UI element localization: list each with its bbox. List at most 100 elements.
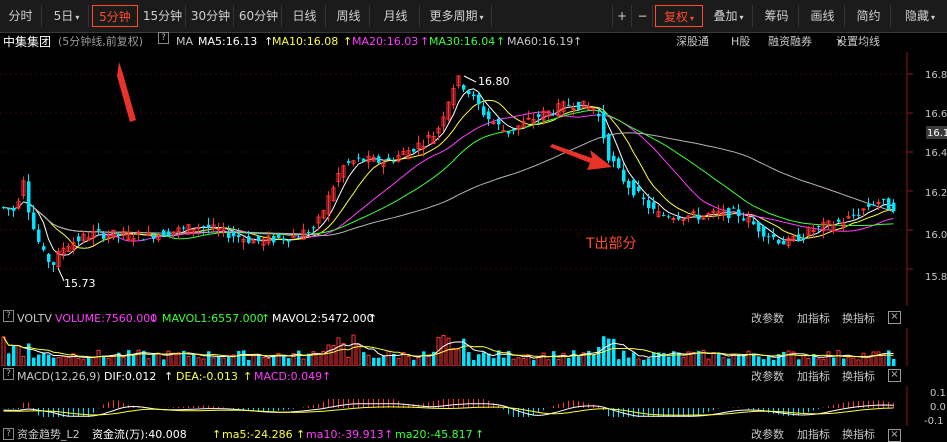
volume-bar-down [727,358,731,366]
volume-bar-up [81,359,86,366]
zoom-out-button[interactable]: − [633,5,653,27]
price-grid [0,73,913,270]
hide-dropdown[interactable]: 隐藏 ▾ [893,5,947,27]
ma60-arrow-icon: ↑ [573,35,583,48]
volume-bar-up [746,350,751,366]
candle-down [697,214,701,220]
volume-bar-down [377,357,381,366]
candle-down [857,214,861,216]
volume-bar-up [336,337,341,366]
candle-down [852,214,856,216]
volume-add-indicator-button[interactable]: 加指标 [797,310,830,328]
volume-bar-down [7,353,11,366]
price-tick-label: 16.8 [925,70,947,81]
high-label-leader [463,75,477,83]
volume-value: VOLUME:7560.000 [55,312,158,325]
macd-edit-params-button[interactable]: 改参数 [751,368,784,386]
volume-edit-params-button[interactable]: 改参数 [751,310,784,328]
period-tab-week[interactable]: 周线 [328,5,370,27]
candle-down [2,207,6,209]
candle-up [571,107,576,110]
macd-indicator-name: MACD(12,26,9) [17,370,101,383]
ma20-arrow-icon: ↑ [420,35,430,48]
period-tab-30min[interactable]: 30分钟 [188,5,234,27]
annotation-arrow-right [550,144,612,170]
period-tab-day[interactable]: 日线 [284,5,326,27]
candle-down [567,104,571,106]
volume-bar-up [711,352,716,366]
volume-bar-up [261,357,266,366]
period-tab-60min[interactable]: 60分钟 [236,5,282,27]
fund-switch-indicator-button[interactable]: 换指标 [842,428,875,442]
volume-bar-up [186,356,191,366]
overlay-dropdown[interactable]: 叠加 ▾ [705,5,753,27]
volume-bar-up [76,358,81,366]
volume-bar-down [412,359,416,366]
chevron-down-icon: ▾ [838,37,843,46]
candle-up [526,117,531,120]
period-tab-fenshi[interactable]: 分时 [0,5,42,27]
volume-bar-down [572,350,576,366]
period-tab-5day[interactable]: 5日 ▾ [45,5,89,27]
volume-bar-up [1,336,6,366]
volume-bar-down [737,354,741,366]
fund-flow-value: 资金流(万):40.008 [92,428,187,441]
chip-button[interactable]: 筹码 [755,5,799,27]
volume-bar-up [406,356,411,366]
candle-up [196,227,201,230]
candle-down [377,156,381,163]
volume-bar-down [132,355,136,366]
candle-down [97,228,101,231]
volume-bar-up [816,358,821,366]
macd-switch-indicator-button[interactable]: 换指标 [842,368,875,386]
macd-add-indicator-button[interactable]: 加指标 [797,368,830,386]
candle-down [487,111,491,120]
volume-bar-down [467,352,471,366]
chevron-down-icon: ▾ [479,13,484,22]
candle-down [867,204,871,207]
zoom-in-button[interactable]: + [612,5,632,27]
candle-down [647,200,651,209]
volume-bar-up [156,352,161,366]
volume-bar-down [762,359,766,366]
chevron-down-icon: ▾ [931,13,936,22]
candle-down [637,186,641,192]
mavol2-arrow-icon: ↑ [368,312,378,325]
fuquan-dropdown[interactable]: 复权 ▾ [655,5,703,27]
candle-down [207,224,211,229]
ma30-line [3,109,894,240]
volume-bar-down [797,359,801,366]
more-periods-dropdown[interactable]: 更多周期 ▾ [422,5,492,27]
volume-bar-down [767,355,771,366]
volume-bar-up [636,358,641,366]
volume-bars [1,334,896,366]
candle-down [232,231,236,237]
chart-description: (5分钟线,前复权) [58,35,144,48]
draw-line-button[interactable]: 画线 [801,5,845,27]
macd-lines [3,403,894,417]
volume-bar-down [102,355,106,366]
volume-switch-indicator-button[interactable]: 换指标 [842,310,875,328]
volume-bar-up [71,353,76,366]
period-tab-month[interactable]: 月线 [372,5,420,27]
period-tab-15min[interactable]: 15分钟 [140,5,186,27]
volume-bar-down [482,352,486,366]
simple-mode-button[interactable]: 简约 [847,5,891,27]
volume-bar-down [192,354,196,366]
fuquan-label: 复权 [663,10,688,24]
candlestick-chart[interactable]: 16.8 16.6 16.4 16.2 16.0 15.8 16.1 16.80… [0,52,947,306]
fund-ma10-value: ma10:-39.913 [306,428,384,441]
volume-bar-down [372,357,376,366]
ma-label: MA [176,35,194,48]
candle-down [602,111,606,139]
period-toolbar: 分时 5日 ▾ 5分钟 15分钟 30分钟 60分钟 日线 周线 月线 更多周期 ▾… [0,0,947,33]
volume-bar-up [836,350,841,366]
volume-bar-up [316,352,321,366]
fund-edit-params-button[interactable]: 改参数 [751,428,784,442]
volume-bar-down [37,354,41,366]
volume-bar-up [106,357,111,366]
fund-add-indicator-button[interactable]: 加指标 [797,428,830,442]
candle-down [32,212,36,230]
period-tab-5min[interactable]: 5分钟 [92,5,138,27]
candle-down [892,202,896,212]
